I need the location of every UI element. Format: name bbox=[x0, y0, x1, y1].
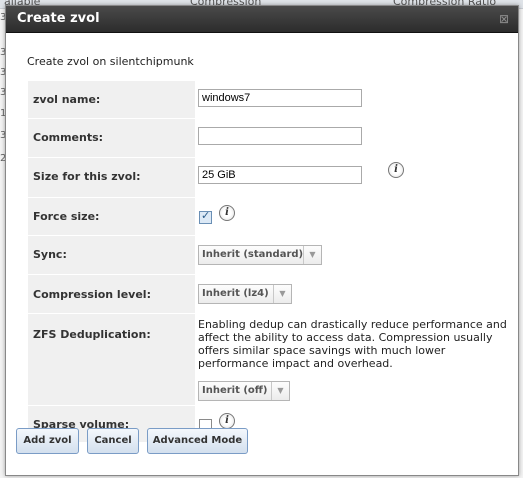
create-zvol-dialog: Create zvol ⊠ Create zvol on silentchipm… bbox=[5, 5, 519, 476]
sparse-info-icon[interactable]: i bbox=[219, 413, 235, 429]
close-icon[interactable]: ⊠ bbox=[499, 12, 509, 26]
add-zvol-button[interactable]: Add zvol bbox=[16, 428, 79, 454]
chevron-down-icon: ▼ bbox=[271, 382, 289, 400]
size-input[interactable] bbox=[198, 166, 362, 184]
force-size-info-icon[interactable]: i bbox=[219, 205, 235, 221]
size-info-icon[interactable]: i bbox=[388, 162, 404, 178]
zvol-form: zvol name: Comments: Size for this zvol:… bbox=[28, 81, 507, 443]
row-dedup: ZFS Deduplication: Enabling dedup can dr… bbox=[28, 314, 507, 406]
dialog-titlebar[interactable]: Create zvol ⊠ bbox=[6, 6, 518, 33]
dedup-warning-text: Enabling dedup can drastically reduce pe… bbox=[198, 318, 507, 370]
label-sync: Sync: bbox=[28, 236, 195, 274]
dialog-title: Create zvol bbox=[17, 11, 100, 26]
row-sync: Sync: Inherit (standard) ▼ bbox=[28, 236, 496, 275]
dialog-subtitle: Create zvol on silentchipmunk bbox=[27, 55, 194, 68]
label-zvol-name: zvol name: bbox=[28, 81, 195, 118]
chevron-down-icon: ▼ bbox=[273, 285, 291, 303]
dedup-selected-value: Inherit (off) bbox=[202, 385, 268, 396]
row-size: Size for this zvol: i bbox=[28, 158, 496, 198]
sync-selected-value: Inherit (standard) bbox=[202, 249, 304, 260]
row-force-size: Force size: i bbox=[28, 198, 496, 236]
compression-select[interactable]: Inherit (lz4) ▼ bbox=[198, 284, 292, 304]
cancel-button[interactable]: Cancel bbox=[87, 428, 139, 454]
label-comments: Comments: bbox=[28, 119, 195, 157]
label-force-size: Force size: bbox=[28, 198, 195, 235]
dedup-select[interactable]: Inherit (off) ▼ bbox=[198, 381, 290, 401]
advanced-mode-button[interactable]: Advanced Mode bbox=[147, 428, 248, 454]
sync-select[interactable]: Inherit (standard) ▼ bbox=[198, 245, 322, 265]
comments-input[interactable] bbox=[198, 127, 362, 145]
row-zvol-name: zvol name: bbox=[28, 81, 496, 119]
label-dedup: ZFS Deduplication: bbox=[28, 314, 195, 405]
zvol-name-input[interactable] bbox=[198, 89, 362, 107]
row-compression: Compression level: Inherit (lz4) ▼ bbox=[28, 275, 496, 314]
label-size: Size for this zvol: bbox=[28, 158, 195, 197]
chevron-down-icon: ▼ bbox=[303, 246, 321, 264]
label-compression: Compression level: bbox=[28, 275, 195, 313]
force-size-checkbox[interactable] bbox=[199, 209, 212, 224]
compression-selected-value: Inherit (lz4) bbox=[202, 288, 269, 299]
row-comments: Comments: bbox=[28, 119, 496, 158]
